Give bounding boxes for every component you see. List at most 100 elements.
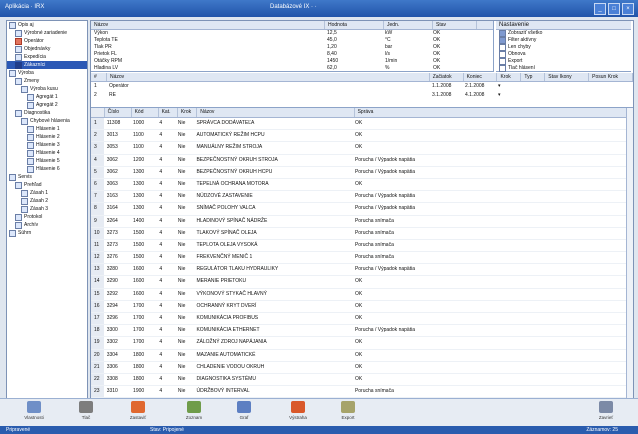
column-header[interactable]: Krok <box>497 73 522 81</box>
toolbar-button[interactable]: Výstraha <box>282 401 314 425</box>
minimize-button[interactable]: _ <box>594 3 606 15</box>
column-header[interactable]: Posun Krok <box>589 73 633 81</box>
checkbox[interactable] <box>499 44 506 51</box>
table-row[interactable]: 23 3310 1900 4 Nie ÚDRŽBOVÝ INTERVAL Porucha s… <box>91 386 627 398</box>
table-row[interactable]: 3 3053 1100 4 Nie MANUÁLNY REŽIM STROJA OK <box>91 142 627 155</box>
toolbar-button[interactable]: Vlastnosti <box>18 401 50 425</box>
option-item[interactable]: Tlač hlásení <box>496 65 631 72</box>
table-row[interactable]: 2 3013 1100 4 Nie AUTOMATICKÝ REŽIM HCPU OK <box>91 130 627 143</box>
tree-item[interactable]: Archív <box>7 221 87 229</box>
tree-item[interactable]: Hlásenie 1 <box>7 125 87 133</box>
tree-item[interactable]: Zákazníci <box>7 61 87 69</box>
navigation-tree[interactable]: Opis aj Výrobné zariadenie Operátor Objedná… <box>6 20 88 400</box>
column-header[interactable]: Názov <box>107 73 430 81</box>
checkbox[interactable] <box>499 30 506 37</box>
column-header[interactable]: Názov <box>91 21 325 29</box>
column-header[interactable]: Začiatok <box>430 73 464 81</box>
list-item[interactable]: Otáčky RPM 1450 1/min OK <box>91 58 493 65</box>
schedule-row[interactable]: 1 Operátor 1.1.2008 2.1.2008 ▾ <box>91 82 633 91</box>
tree-item[interactable]: Hlásenie 3 <box>7 141 87 149</box>
column-header[interactable]: Typ <box>521 73 546 81</box>
column-header[interactable]: Stav Ikony <box>545 73 590 81</box>
tree-item[interactable]: Súhrn <box>7 229 87 237</box>
tree-item[interactable]: Operátor <box>7 37 87 45</box>
column-header[interactable]: Hodnota <box>325 21 384 29</box>
tree-item[interactable]: Opis aj <box>7 21 87 29</box>
column-header[interactable]: Názov <box>197 108 355 117</box>
table-row[interactable]: 12 3276 1500 4 Nie FREKVENČNÝ MENIČ 1 Porucha … <box>91 252 627 265</box>
list-item[interactable]: Tlak PR 1,20 bar OK <box>91 44 493 51</box>
table-row[interactable]: 5 3062 1300 4 Nie BEZPEČNOSTNÝ OKRUH HCPU Poru… <box>91 166 627 179</box>
tree-item[interactable]: Zásah 3 <box>7 205 87 213</box>
column-header[interactable]: Kód <box>132 108 159 117</box>
column-header[interactable]: Číslo <box>105 108 132 117</box>
table-row[interactable]: 8 3164 1300 4 Nie SNÍMAČ POLOHY VALCA Porucha … <box>91 203 627 216</box>
tree-item[interactable]: Zmeny <box>7 77 87 85</box>
toolbar-button[interactable]: Export <box>332 401 364 425</box>
tree-item[interactable]: Výrobné zariadenie <box>7 29 87 37</box>
tree-item[interactable]: Hlásenie 2 <box>7 133 87 141</box>
tree-item[interactable]: Agregát 2 <box>7 101 87 109</box>
tree-item[interactable]: Prehľad <box>7 181 87 189</box>
table-row[interactable]: 22 3308 1800 4 Nie DIAGNOSTIKA SYSTÉMU OK <box>91 373 627 387</box>
checkbox[interactable] <box>499 37 506 44</box>
list-item[interactable]: Výkon 12,5 kW OK <box>91 30 493 37</box>
schedule-row[interactable]: 2 RE 3.1.2008 4.1.2008 ▾ <box>91 91 633 100</box>
column-header[interactable]: Krok <box>178 108 198 117</box>
table-row[interactable]: 9 3264 1400 4 Nie HLADINOVÝ SPÍNAČ NÁDRŽE Poru… <box>91 215 627 228</box>
checkbox[interactable] <box>499 58 506 65</box>
tree-item[interactable]: Hlásenie 5 <box>7 157 87 165</box>
option-item[interactable]: Len chyby <box>496 44 631 51</box>
tree-item[interactable]: Výroba <box>7 69 87 77</box>
checkbox[interactable] <box>499 51 506 58</box>
close-window-button[interactable]: × <box>622 3 634 15</box>
option-item[interactable]: Obnova <box>496 51 631 58</box>
tree-item[interactable]: Servis <box>7 173 87 181</box>
table-row[interactable]: 13 3280 1600 4 Nie REGULÁTOR TLAKU HYDRAULIKY… <box>91 264 627 277</box>
table-row[interactable]: 15 3292 1600 4 Nie VÝKONOVÝ STYKAČ HLAVNÝ OK <box>91 288 627 301</box>
maximize-button[interactable]: □ <box>608 3 620 15</box>
table-row[interactable]: 6 3063 1300 4 Nie TEPELNÁ OCHRANA MOTORA OK <box>91 178 627 192</box>
table-row[interactable]: 7 3163 1300 4 Nie NÚDZOVÉ ZASTAVENIE Porucha /… <box>91 191 627 204</box>
toolbar-button[interactable]: Tlač <box>70 401 102 425</box>
tree-item[interactable]: Objednávky <box>7 45 87 53</box>
table-row[interactable]: 18 3300 1700 4 Nie KOMUNIKÁCIA ETHERNET Poruch… <box>91 325 627 338</box>
tree-item[interactable]: Zásah 1 <box>7 189 87 197</box>
toolbar-button[interactable]: Zavrieť <box>590 401 622 425</box>
table-row[interactable]: 19 3302 1700 4 Nie ZÁLOŽNÝ ZDROJ NAPÁJANIA OK <box>91 337 627 350</box>
table-row[interactable]: 11 3273 1500 4 Nie TEPLOTA OLEJA VYSOKÁ Poruch… <box>91 239 627 253</box>
tree-item[interactable]: Hlásenie 6 <box>7 165 87 173</box>
tree-item[interactable]: Výroba kusu <box>7 85 87 93</box>
tree-item[interactable]: Hlásenie 4 <box>7 149 87 157</box>
option-item[interactable]: Filter aktívny <box>496 37 631 44</box>
tree-item[interactable]: Zásah 2 <box>7 197 87 205</box>
column-header[interactable]: Správa <box>355 108 627 117</box>
column-header[interactable]: Kat. <box>159 108 178 117</box>
tree-item[interactable]: Agregát 1 <box>7 93 87 101</box>
toolbar-button[interactable]: Zoznam <box>178 401 210 425</box>
table-row[interactable]: 14 3290 1600 4 Nie MERANIE PRIETOKU OK <box>91 276 627 289</box>
column-header[interactable]: Koniec <box>464 73 498 81</box>
option-item[interactable]: Zobraziť všetko <box>496 30 631 37</box>
list-item[interactable]: Prietok FL 8,40 l/s OK <box>91 51 493 58</box>
table-row[interactable]: 16 3294 1700 4 Nie OCHRANNÝ KRYT DVERÍ OK <box>91 300 627 313</box>
vertical-scrollbar[interactable] <box>626 108 633 398</box>
tree-item[interactable]: Chybové hlásenia <box>7 117 87 125</box>
table-row[interactable]: 10 3273 1500 4 Nie TLAKOVÝ SPÍNAČ OLEJA Poruch… <box>91 227 627 240</box>
table-row[interactable]: 20 3304 1800 4 Nie MAZANIE AUTOMATICKÉ OK <box>91 349 627 362</box>
table-row[interactable]: 1 11308 1000 4 Nie SPRÁVCA DODÁVATEĽA OK <box>91 118 627 131</box>
column-header[interactable]: Jedn. <box>384 21 433 29</box>
column-header[interactable]: Stav <box>433 21 477 29</box>
table-row[interactable]: 21 3306 1800 4 Nie CHLADENIE VODOU OKRUH OK <box>91 361 627 374</box>
toolbar-button[interactable]: Zastaviť <box>122 401 154 425</box>
checkbox[interactable] <box>499 65 506 72</box>
column-header[interactable]: # <box>91 73 107 81</box>
option-item[interactable]: Export <box>496 58 631 65</box>
tree-item[interactable]: Diagnostika <box>7 109 87 117</box>
toolbar-button[interactable]: Graf <box>228 401 260 425</box>
table-row[interactable]: 17 3296 1700 4 Nie KOMUNIKÁCIA PROFIBUS OK <box>91 313 627 326</box>
list-item[interactable]: Teplota TE 45,0 °C OK <box>91 37 493 44</box>
tree-item[interactable]: Expedícia <box>7 53 87 61</box>
table-row[interactable]: 4 3062 1200 4 Nie BEZPEČNOSTNÝ OKRUH STROJA Po… <box>91 154 627 167</box>
tree-item[interactable]: Protokol <box>7 213 87 221</box>
